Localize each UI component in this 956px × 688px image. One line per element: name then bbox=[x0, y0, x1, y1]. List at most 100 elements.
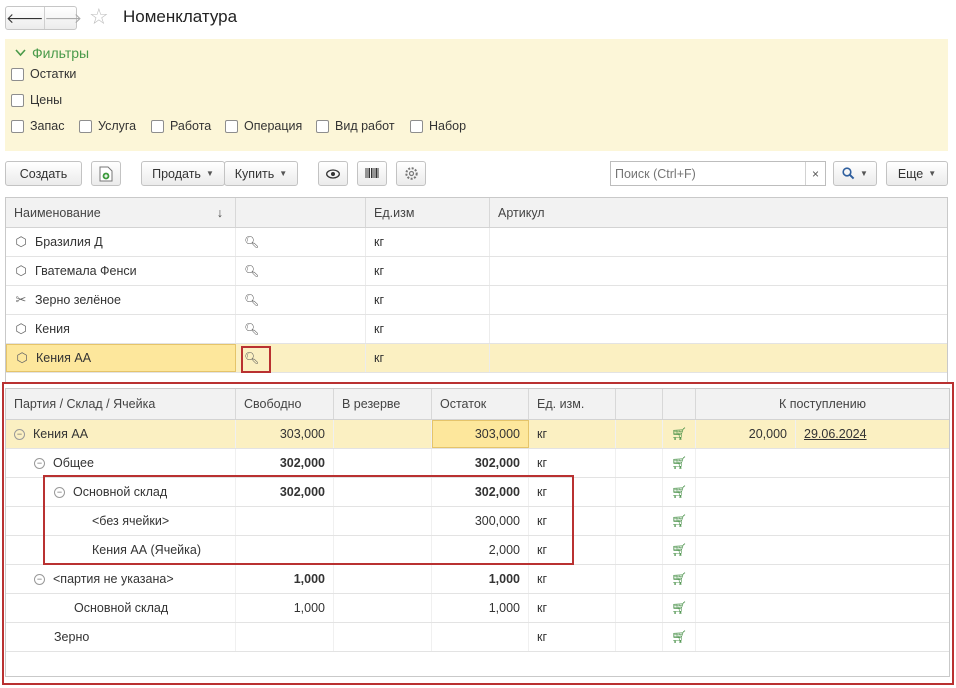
table-row[interactable]: Основной склад 1,000 1,000 кг 🛒︎ bbox=[6, 594, 949, 623]
filter-work-type[interactable]: Вид работ bbox=[316, 119, 395, 133]
favorite-star-icon[interactable]: ☆ bbox=[89, 5, 109, 29]
cart-icon[interactable]: 🛒︎ bbox=[663, 420, 696, 448]
checkbox[interactable] bbox=[225, 119, 238, 133]
checkbox[interactable] bbox=[151, 119, 164, 133]
extra-cell bbox=[616, 507, 663, 535]
table-row[interactable]: ✂ Зерно зелёное 🔍︎ кг bbox=[6, 286, 947, 315]
barcode-button[interactable] bbox=[357, 161, 387, 186]
balance-cell bbox=[432, 623, 529, 651]
filter-operation[interactable]: Операция bbox=[225, 119, 302, 133]
checkbox[interactable] bbox=[11, 93, 24, 107]
dropdown-arrow-icon: ▼ bbox=[860, 169, 868, 178]
magnifier-icon[interactable]: 🔍︎ bbox=[244, 322, 259, 336]
extra-cell bbox=[616, 536, 663, 564]
table-row[interactable]: − Общее 302,000 302,000 кг 🛒︎ bbox=[6, 449, 949, 478]
cart-icon[interactable]: 🛒︎ bbox=[663, 565, 696, 593]
column-incoming[interactable]: К поступлению bbox=[696, 389, 949, 419]
table-row-selected[interactable]: ⬡ Кения АА 🔍︎ кг bbox=[6, 344, 947, 373]
article-cell bbox=[490, 286, 947, 314]
forward-arrow-icon[interactable]: 🡒 bbox=[45, 7, 83, 29]
search-input[interactable] bbox=[611, 162, 805, 185]
collapse-icon[interactable]: − bbox=[14, 428, 25, 440]
column-free[interactable]: Свободно bbox=[236, 389, 334, 419]
search-cell[interactable]: 🔍︎ bbox=[236, 315, 366, 343]
buy-button[interactable]: Купить ▼ bbox=[224, 161, 298, 186]
create-button[interactable]: Создать bbox=[5, 161, 82, 186]
batch-cell: Зерно bbox=[6, 623, 236, 651]
column-cart[interactable] bbox=[663, 389, 696, 419]
incoming-date-link[interactable]: 29.06.2024 bbox=[796, 420, 949, 448]
cart-icon[interactable]: 🛒︎ bbox=[663, 478, 696, 506]
article-cell bbox=[490, 315, 947, 343]
filter-prices[interactable]: Цены bbox=[11, 93, 62, 107]
back-arrow-icon[interactable]: 🡐 bbox=[6, 7, 45, 29]
checkbox[interactable] bbox=[410, 119, 423, 133]
balance-cell: 303,000 bbox=[432, 420, 529, 448]
create-copy-button[interactable] bbox=[91, 161, 121, 186]
free-cell: 1,000 bbox=[236, 565, 334, 593]
free-cell: 302,000 bbox=[236, 449, 334, 477]
column-reserve[interactable]: В резерве bbox=[334, 389, 432, 419]
table-row[interactable]: − <партия не указана> 1,000 1,000 кг 🛒︎ bbox=[6, 565, 949, 594]
free-cell bbox=[236, 623, 334, 651]
magnifier-icon[interactable]: 🔍︎ bbox=[244, 235, 259, 249]
filter-set[interactable]: Набор bbox=[410, 119, 466, 133]
unit-cell: кг bbox=[529, 623, 616, 651]
search-options-button[interactable]: ▼ bbox=[833, 161, 877, 186]
column-article[interactable]: Артикул bbox=[490, 198, 947, 227]
collapse-icon[interactable]: − bbox=[34, 457, 45, 469]
dropdown-arrow-icon: ▼ bbox=[279, 169, 288, 178]
cart-icon[interactable]: 🛒︎ bbox=[663, 449, 696, 477]
view-button[interactable] bbox=[318, 161, 348, 186]
sell-button[interactable]: Продать ▼ bbox=[141, 161, 225, 186]
items-table: Наименование ↓ Ед.изм Артикул ⬡ Бразилия … bbox=[5, 197, 948, 383]
table-row[interactable]: ⬡ Кения 🔍︎ кг bbox=[6, 315, 947, 344]
column-name[interactable]: Наименование ↓ bbox=[6, 198, 236, 227]
incoming-cell bbox=[696, 449, 949, 477]
checkbox[interactable] bbox=[11, 67, 24, 81]
filter-work[interactable]: Работа bbox=[151, 119, 211, 133]
filters-toggle[interactable]: Фильтры bbox=[15, 45, 89, 61]
column-unit[interactable]: Ед.изм bbox=[366, 198, 490, 227]
filter-stock[interactable]: Запас bbox=[11, 119, 64, 133]
search-field[interactable]: × bbox=[610, 161, 826, 186]
extra-cell bbox=[616, 594, 663, 622]
add-document-icon bbox=[99, 166, 113, 181]
table-row[interactable]: ⬡ Бразилия Д 🔍︎ кг bbox=[6, 228, 947, 257]
settings-button[interactable] bbox=[396, 161, 426, 186]
sort-arrow-icon: ↓ bbox=[216, 205, 223, 220]
magnifier-icon[interactable]: 🔍︎ bbox=[244, 293, 259, 307]
checkbox[interactable] bbox=[79, 119, 92, 133]
table-row[interactable]: Зерно кг 🛒︎ bbox=[6, 623, 949, 652]
column-balance[interactable]: Остаток bbox=[432, 389, 529, 419]
free-cell: 303,000 bbox=[236, 420, 334, 448]
page-title: Номенклатура bbox=[123, 7, 238, 26]
filter-ostatki[interactable]: Остатки bbox=[11, 67, 76, 81]
name-cell: ⬡ Бразилия Д bbox=[6, 228, 236, 256]
magnifier-icon[interactable]: 🔍︎ bbox=[244, 264, 259, 278]
collapse-icon[interactable]: − bbox=[34, 573, 45, 585]
balance-cell: 1,000 bbox=[432, 594, 529, 622]
column-unit[interactable]: Ед. изм. bbox=[529, 389, 616, 419]
column-search[interactable] bbox=[236, 198, 366, 227]
table-row[interactable]: ⬡ Гватемала Фенси 🔍︎ кг bbox=[6, 257, 947, 286]
cart-icon[interactable]: 🛒︎ bbox=[663, 623, 696, 651]
cart-icon[interactable]: 🛒︎ bbox=[663, 507, 696, 535]
filters-title: Фильтры bbox=[32, 45, 90, 61]
table-row-selected[interactable]: − Кения АА 303,000 303,000 кг 🛒︎ 20,000 2… bbox=[6, 420, 949, 449]
search-cell[interactable]: 🔍︎ bbox=[236, 257, 366, 285]
column-batch[interactable]: Партия / Склад / Ячейка bbox=[6, 389, 236, 419]
checkbox[interactable] bbox=[316, 119, 329, 133]
cart-icon[interactable]: 🛒︎ bbox=[663, 594, 696, 622]
filter-service[interactable]: Услуга bbox=[79, 119, 136, 133]
checkbox[interactable] bbox=[11, 119, 24, 133]
incoming-qty-cell: 20,000 bbox=[696, 420, 796, 448]
column-extra[interactable] bbox=[616, 389, 663, 419]
magnifier-icon bbox=[842, 167, 855, 180]
more-button[interactable]: Еще ▼ bbox=[886, 161, 948, 186]
unit-cell: кг bbox=[529, 565, 616, 593]
cart-icon[interactable]: 🛒︎ bbox=[663, 536, 696, 564]
search-cell[interactable]: 🔍︎ bbox=[236, 286, 366, 314]
clear-search-button[interactable]: × bbox=[805, 162, 825, 185]
search-cell[interactable]: 🔍︎ bbox=[236, 228, 366, 256]
